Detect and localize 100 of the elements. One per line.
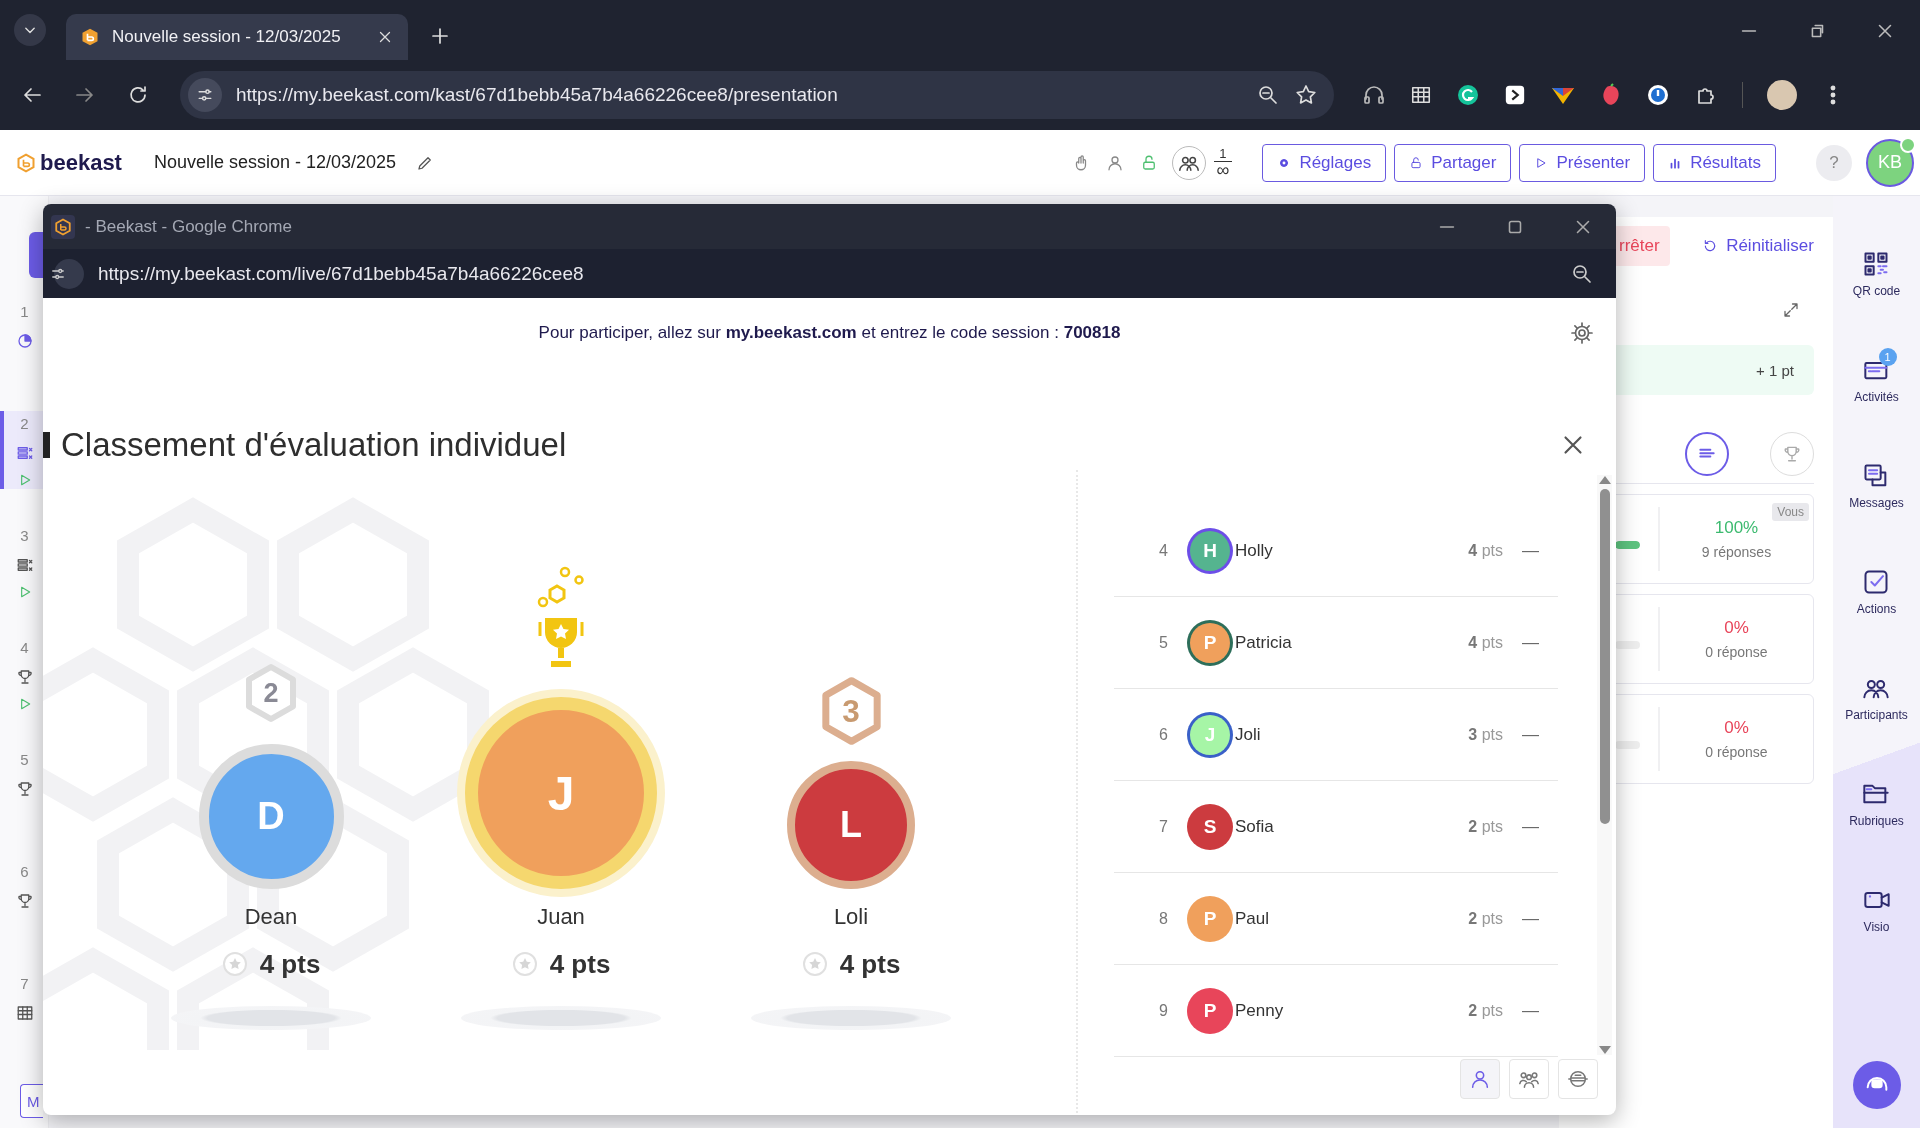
avatar: H [1190,530,1230,571]
participant-score: 4 pts [259,948,321,980]
help-button[interactable]: ? [1816,144,1852,181]
participant-name: Sofia [1235,816,1274,837]
trend-indicator: — [1522,816,1539,837]
extension-icon[interactable] [1456,83,1480,107]
slide-item[interactable]: 4 [0,635,43,747]
slide-item[interactable]: 1 [0,299,43,411]
address-bar[interactable]: https://my.beekast.com/kast/67d1bebb45a7b4a66226cee8/presentation [180,71,1334,119]
sidebar-tool[interactable]: QR code [1844,240,1909,346]
toolbar-button[interactable]: Résultats [1653,143,1776,182]
participant-name: Patricia [1235,632,1292,653]
quiz-icon [15,556,34,574]
join-instructions: Pour participer, allez sur my.beekast.com et entrez le code session : 700818 [538,322,1121,344]
support-chat-button[interactable] [1852,1061,1901,1109]
rank-number: 7 [1158,817,1169,836]
sidebar-tool[interactable]: Participants [1837,664,1916,770]
stop-button[interactable]: rrêter [1615,226,1670,266]
trophy-icon [15,892,34,910]
participant-score: 2 pts [1468,817,1503,836]
logo-text: beekast [40,149,122,176]
slide-item[interactable]: 7 [0,971,43,1083]
trend-indicator: — [1522,540,1539,561]
heading-marker [43,432,50,458]
toolbar-button[interactable]: Réglages [1262,143,1387,182]
notification-badge: 1 [1878,348,1897,366]
trend-indicator: — [1522,724,1539,745]
rank-badge: 2 [244,663,298,723]
sidebar-tool[interactable]: Visio [1854,876,1899,982]
browser-tab[interactable]: Nouvelle session - 12/03/2025 [66,14,408,60]
expand-icon[interactable] [1782,301,1800,319]
avatar: P [1190,622,1230,663]
participant-score: 4 pts [1468,541,1503,560]
participant-name: Dean [244,903,298,931]
mode-toggle[interactable] [1558,1059,1598,1099]
bookmark-star-icon[interactable] [1294,83,1318,107]
sidebar-tool[interactable]: 1 Activités [1846,346,1907,452]
headset-icon[interactable] [1362,83,1386,107]
avatar: J [1190,714,1230,755]
answer-percent: 0% [1724,618,1749,638]
extension-icon[interactable] [1410,84,1432,106]
participant-name: Joli [1235,724,1261,745]
pie-chart-icon [15,332,34,350]
slide-item[interactable]: 5 [0,747,43,859]
session-title: Nouvelle session - 12/03/2025 [153,152,397,173]
progress-bar [1615,541,1640,549]
reset-button[interactable]: Réinitialiser [1702,236,1814,256]
participant-score: 4 pts [549,948,611,980]
participant-score: 2 pts [1468,909,1503,928]
settings-icon[interactable] [1570,321,1594,345]
rank-number: 8 [1158,909,1169,928]
answer-percent: 100% [1714,518,1759,538]
mode-toggle[interactable] [1509,1059,1549,1099]
trend-indicator: — [1522,1000,1539,1021]
sidebar-tool[interactable]: Messages [1841,452,1912,558]
person-icon [1469,1068,1491,1090]
profile-avatar[interactable] [1767,80,1797,110]
scroll-up-icon[interactable] [1597,475,1612,485]
quiz-icon [15,444,34,462]
progress-bar [1615,641,1640,649]
trophy-icon [15,780,34,798]
participant-name: Holly [1235,540,1273,561]
extension-icon[interactable] [1504,84,1526,106]
scroll-down-icon[interactable] [1597,1045,1612,1055]
slide-item[interactable]: 6 [0,859,43,971]
scrollbar[interactable] [1597,475,1612,1055]
participant-score: 2 pts [1468,1001,1503,1020]
answer-count: 0 réponse [1705,644,1768,660]
participant-name: Juan [537,903,585,931]
bot-icon [1567,1068,1589,1090]
sidebar-tool[interactable]: Rubriques [1841,770,1912,876]
toolbar-button[interactable]: Présenter [1519,143,1646,182]
mode-toggle[interactable] [1460,1059,1500,1099]
answer-count: 9 réponses [1701,544,1772,560]
toolbar-button[interactable]: Partager [1394,143,1512,182]
rank-number: 6 [1158,725,1169,744]
slide-action-button[interactable]: M [20,1084,43,1118]
rank-number: 5 [1158,633,1169,652]
avatar: D [198,744,344,889]
answer-count: 0 réponse [1705,744,1768,760]
share-icon [1409,155,1424,170]
sidebar-tool[interactable]: Actions [1848,558,1905,664]
rank-number: 9 [1158,1001,1169,1020]
favicon-icon [54,217,72,236]
avatar: L [787,761,915,889]
logo-icon [16,152,36,173]
address-text: https://my.beekast.com/live/67d1bebb45a7b4a66226cee8 [98,262,585,285]
participant-score: 3 pts [1468,725,1503,744]
extension-icon[interactable] [1646,83,1670,107]
answer-percent: 0% [1724,718,1749,738]
person-icon[interactable] [1105,153,1124,172]
participant-score: 4 pts [839,948,901,980]
slide-item[interactable]: 3 [0,523,43,635]
zoom-out-icon[interactable] [1256,83,1280,107]
view-toggle[interactable] [1685,432,1729,476]
participant-limit: ∞ [1213,161,1233,178]
table-icon [15,1004,34,1022]
avatar: P [1187,895,1233,942]
trend-indicator: — [1522,908,1539,929]
rank-badge: 3 [819,676,883,746]
